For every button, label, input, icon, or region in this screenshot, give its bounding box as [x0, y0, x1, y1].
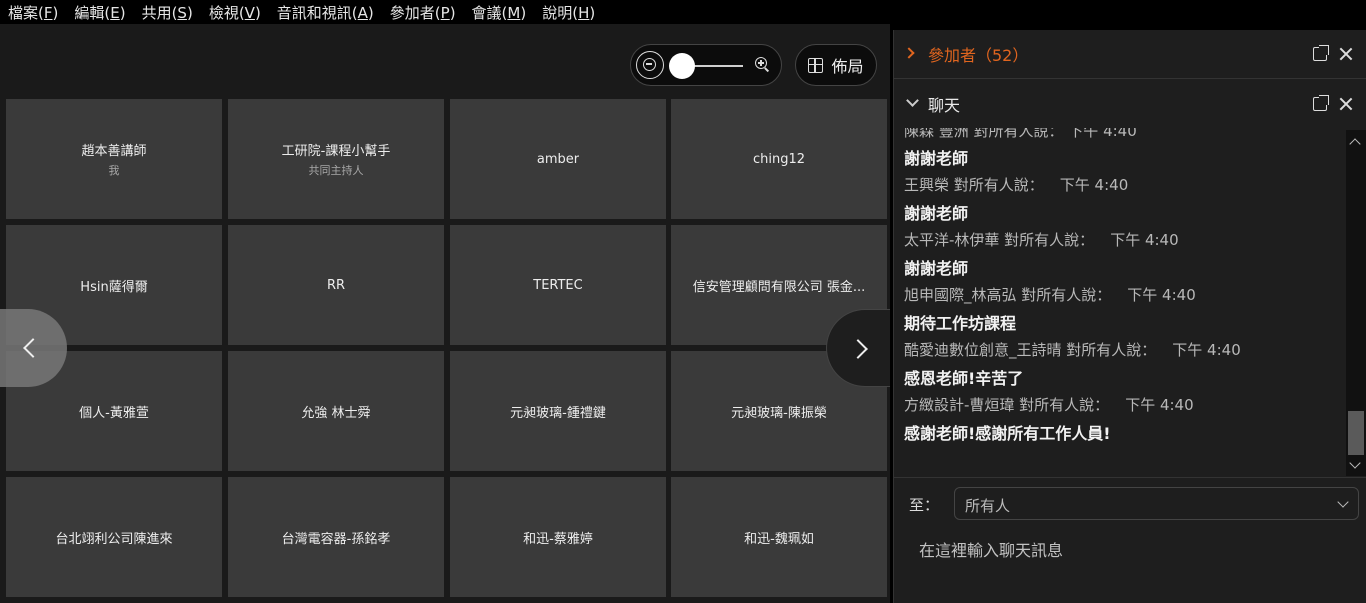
tile-name: 允強 林士舜	[301, 405, 371, 421]
menu-participants[interactable]: 參加者(P)	[390, 2, 456, 23]
chat-panel-header[interactable]: 聊天	[894, 80, 1366, 128]
message-meta: 方緻設計-曹烜瑋 對所有人說： 下午 4:40	[904, 394, 1194, 415]
participants-title: 參加者（52）	[928, 46, 1029, 65]
chevron-right-icon[interactable]	[903, 47, 915, 59]
menu-help[interactable]: 說明(H)	[542, 2, 595, 23]
video-tile[interactable]: amber	[450, 99, 666, 219]
message-time: 下午 4:40	[1127, 286, 1196, 304]
video-tile[interactable]: 元昶玻璃-鍾禮鍵	[450, 351, 666, 471]
scroll-down-icon[interactable]	[1349, 457, 1361, 469]
zoom-slider-knob[interactable]	[669, 53, 695, 79]
video-tile[interactable]: 工研院-課程小幫手 共同主持人	[228, 99, 444, 219]
tile-name: 信安管理顧問有限公司 張金...	[692, 279, 866, 295]
participants-panel-header[interactable]: 參加者（52）	[894, 30, 1366, 78]
video-tile[interactable]: ching12	[671, 99, 887, 219]
tile-name: 元昶玻璃-陳振榮	[731, 405, 827, 421]
message-meta: 陳森 豐洲 對所有人說： 下午 4:40	[904, 128, 1137, 140]
scrollbar-thumb[interactable]	[1348, 411, 1364, 455]
zoom-in-icon[interactable]	[755, 57, 771, 73]
tile-name: 工研院-課程小幫手	[281, 144, 391, 159]
menu-edit[interactable]: 編輯(E)	[74, 2, 125, 23]
popout-icon[interactable]	[1313, 95, 1329, 111]
message-time: 下午 4:40	[1110, 231, 1179, 249]
divider	[894, 78, 1366, 79]
menu-share[interactable]: 共用(S)	[142, 2, 193, 23]
tile-name: Hsin薩得爾	[80, 279, 148, 295]
message-sender: 方緻設計-曹烜瑋 對所有人說：	[904, 396, 1110, 414]
message-sender: 王興榮 對所有人說：	[904, 176, 1044, 194]
video-tile[interactable]: 台灣電容器-孫銘孝	[228, 477, 444, 597]
zoom-out-icon[interactable]	[636, 51, 664, 79]
tile-name: TERTEC	[533, 277, 583, 293]
layout-button[interactable]: 佈局	[795, 44, 877, 86]
menu-audio-video[interactable]: 音訊和視訊(A)	[277, 2, 374, 23]
message-sender: 太平洋-林伊華 對所有人說：	[904, 231, 1095, 249]
tile-name: ching12	[752, 151, 806, 167]
message-text: 謝謝老師	[904, 204, 969, 223]
zoom-control	[630, 44, 782, 86]
chevron-down-icon[interactable]	[906, 94, 919, 107]
menu-view[interactable]: 檢視(V)	[209, 2, 261, 23]
message-meta: 太平洋-林伊華 對所有人說： 下午 4:40	[904, 229, 1179, 250]
tile-name: 趙本善講師	[81, 144, 147, 159]
video-tile[interactable]: 和迅-蔡雅婷	[450, 477, 666, 597]
tile-name: RR	[326, 277, 346, 293]
message-text: 謝謝老師	[904, 259, 969, 278]
popout-icon[interactable]	[1313, 45, 1329, 61]
message-text: 感恩老師!辛苦了	[904, 369, 1024, 388]
tile-name: 元昶玻璃-鍾禮鍵	[510, 405, 606, 421]
close-icon[interactable]	[1339, 97, 1353, 111]
message-time: 下午 4:40	[1125, 396, 1194, 414]
menu-file[interactable]: 檔案(F)	[8, 2, 58, 23]
tile-name: 和迅-蔡雅婷	[523, 531, 593, 547]
chevron-down-icon	[1337, 496, 1349, 508]
chat-title: 聊天	[928, 96, 961, 115]
message-text: 期待工作坊課程	[904, 314, 1017, 333]
chat-message-input[interactable]	[919, 538, 1349, 562]
tile-name: 台北翊利公司陳進來	[55, 531, 173, 547]
recipient-value: 所有人	[965, 497, 1011, 515]
message-time: 下午 4:40	[1172, 341, 1241, 359]
message-text: 謝謝老師	[904, 149, 969, 168]
video-tile[interactable]: RR	[228, 225, 444, 345]
message-meta: 旭申國際_林高弘 對所有人說： 下午 4:40	[904, 284, 1196, 305]
menu-meeting[interactable]: 會議(M)	[472, 2, 527, 23]
video-stage: 佈局 趙本善講師我 工研院-課程小幫手 共同主持人 amber ching12 H…	[0, 24, 890, 603]
tile-name: 個人-黃雅萱	[79, 405, 149, 421]
scroll-up-icon[interactable]	[1349, 138, 1361, 150]
layout-button-label: 佈局	[831, 57, 864, 76]
video-tile[interactable]: 和迅-魏珮如	[671, 477, 887, 597]
message-sender: 酷愛迪數位創意_王詩晴 對所有人說：	[904, 341, 1157, 359]
message-time: 下午 4:40	[1059, 176, 1129, 194]
close-icon[interactable]	[1339, 47, 1353, 61]
chat-message-list: 陳森 豐洲 對所有人說： 下午 4:40 謝謝老師 王興榮 對所有人說： 下午 4…	[894, 128, 1346, 476]
video-tile[interactable]: 台北翊利公司陳進來	[6, 477, 222, 597]
recipient-label: 至：	[909, 496, 940, 514]
message-text: 感謝老師!感謝所有工作人員!	[904, 424, 1111, 443]
tile-role: 我	[108, 164, 120, 177]
video-tile[interactable]: 允強 林士舜	[228, 351, 444, 471]
menu-bar: 檔案(F) 編輯(E) 共用(S) 檢視(V) 音訊和視訊(A) 參加者(P) …	[0, 0, 1366, 24]
tile-name: 和迅-魏珮如	[744, 531, 814, 547]
video-tile[interactable]: 趙本善講師我	[6, 99, 222, 219]
chat-compose-area: 至： 所有人	[894, 477, 1366, 603]
chat-scrollbar[interactable]	[1346, 130, 1366, 476]
message-meta: 酷愛迪數位創意_王詩晴 對所有人說： 下午 4:40	[904, 339, 1241, 360]
video-grid: 趙本善講師我 工研院-課程小幫手 共同主持人 amber ching12 Hsin…	[6, 99, 888, 603]
tile-name: amber	[536, 151, 580, 167]
stage-toolbar: 佈局	[0, 24, 890, 98]
side-panel: 參加者（52） 聊天 陳森 豐洲 對所有人說： 下午 4:40 謝謝老師 王興榮…	[893, 30, 1366, 603]
message-meta: 王興榮 對所有人說： 下午 4:40	[904, 174, 1128, 195]
recipient-dropdown[interactable]: 所有人	[954, 487, 1359, 520]
message-sender: 旭申國際_林高弘 對所有人說：	[904, 286, 1112, 304]
tile-role: 共同主持人	[308, 164, 364, 177]
video-tile[interactable]: TERTEC	[450, 225, 666, 345]
tile-name: 台灣電容器-孫銘孝	[281, 531, 391, 547]
grid-layout-icon	[808, 57, 824, 73]
